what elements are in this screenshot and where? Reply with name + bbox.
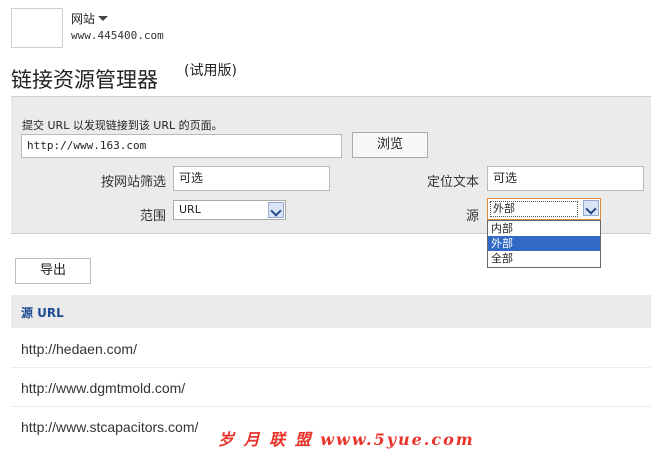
export-button[interactable]: 导出 xyxy=(15,258,91,284)
watermark-text: 岁 月 联 盟 www.5yue.com xyxy=(218,430,475,449)
source-select[interactable]: 外部 xyxy=(487,198,601,220)
source-option-external[interactable]: 外部 xyxy=(488,236,600,251)
scope-select-value: URL xyxy=(179,203,201,216)
dropdown-arrow-icon[interactable] xyxy=(583,200,599,216)
scope-select[interactable]: URL xyxy=(173,200,286,220)
source-dropdown-list: 内部 外部 全部 xyxy=(487,220,601,268)
page-title: 链接资源管理器 xyxy=(11,68,158,92)
browse-button[interactable]: 浏览 xyxy=(352,132,428,158)
site-url: www.445400.com xyxy=(71,29,164,42)
column-header-source-url[interactable]: 源 URL xyxy=(21,304,64,321)
source-option-internal[interactable]: 内部 xyxy=(488,221,600,236)
source-label: 源 xyxy=(465,209,479,224)
anchor-text-input[interactable]: 可选 xyxy=(487,166,644,191)
table-row: http://hedaen.com/ xyxy=(11,329,651,368)
site-selector-label[interactable]: 网站 xyxy=(71,10,95,27)
site-thumbnail xyxy=(11,8,63,48)
url-input[interactable]: http://www.163.com xyxy=(21,134,342,158)
results-table-header xyxy=(11,295,651,328)
chevron-down-icon[interactable] xyxy=(98,16,108,21)
source-option-all[interactable]: 全部 xyxy=(488,251,600,266)
scope-label: 范围 xyxy=(139,209,166,224)
page-title-suffix: (试用版) xyxy=(184,63,237,79)
dropdown-arrow-icon[interactable] xyxy=(268,202,284,218)
table-row: http://www.dgmtmold.com/ xyxy=(11,368,651,407)
source-url-cell[interactable]: http://hedaen.com/ xyxy=(21,341,137,357)
source-url-cell[interactable]: http://www.stcapacitors.com/ xyxy=(21,419,198,435)
anchor-text-label: 定位文本 xyxy=(426,175,479,190)
source-url-cell[interactable]: http://www.dgmtmold.com/ xyxy=(21,380,185,396)
source-select-value: 外部 xyxy=(490,201,578,217)
url-instruction: 提交 URL 以发现链接到该 URL 的页面。 xyxy=(22,119,223,132)
filter-by-site-label: 按网站筛选 xyxy=(100,175,166,190)
filter-by-site-input[interactable]: 可选 xyxy=(173,166,330,191)
